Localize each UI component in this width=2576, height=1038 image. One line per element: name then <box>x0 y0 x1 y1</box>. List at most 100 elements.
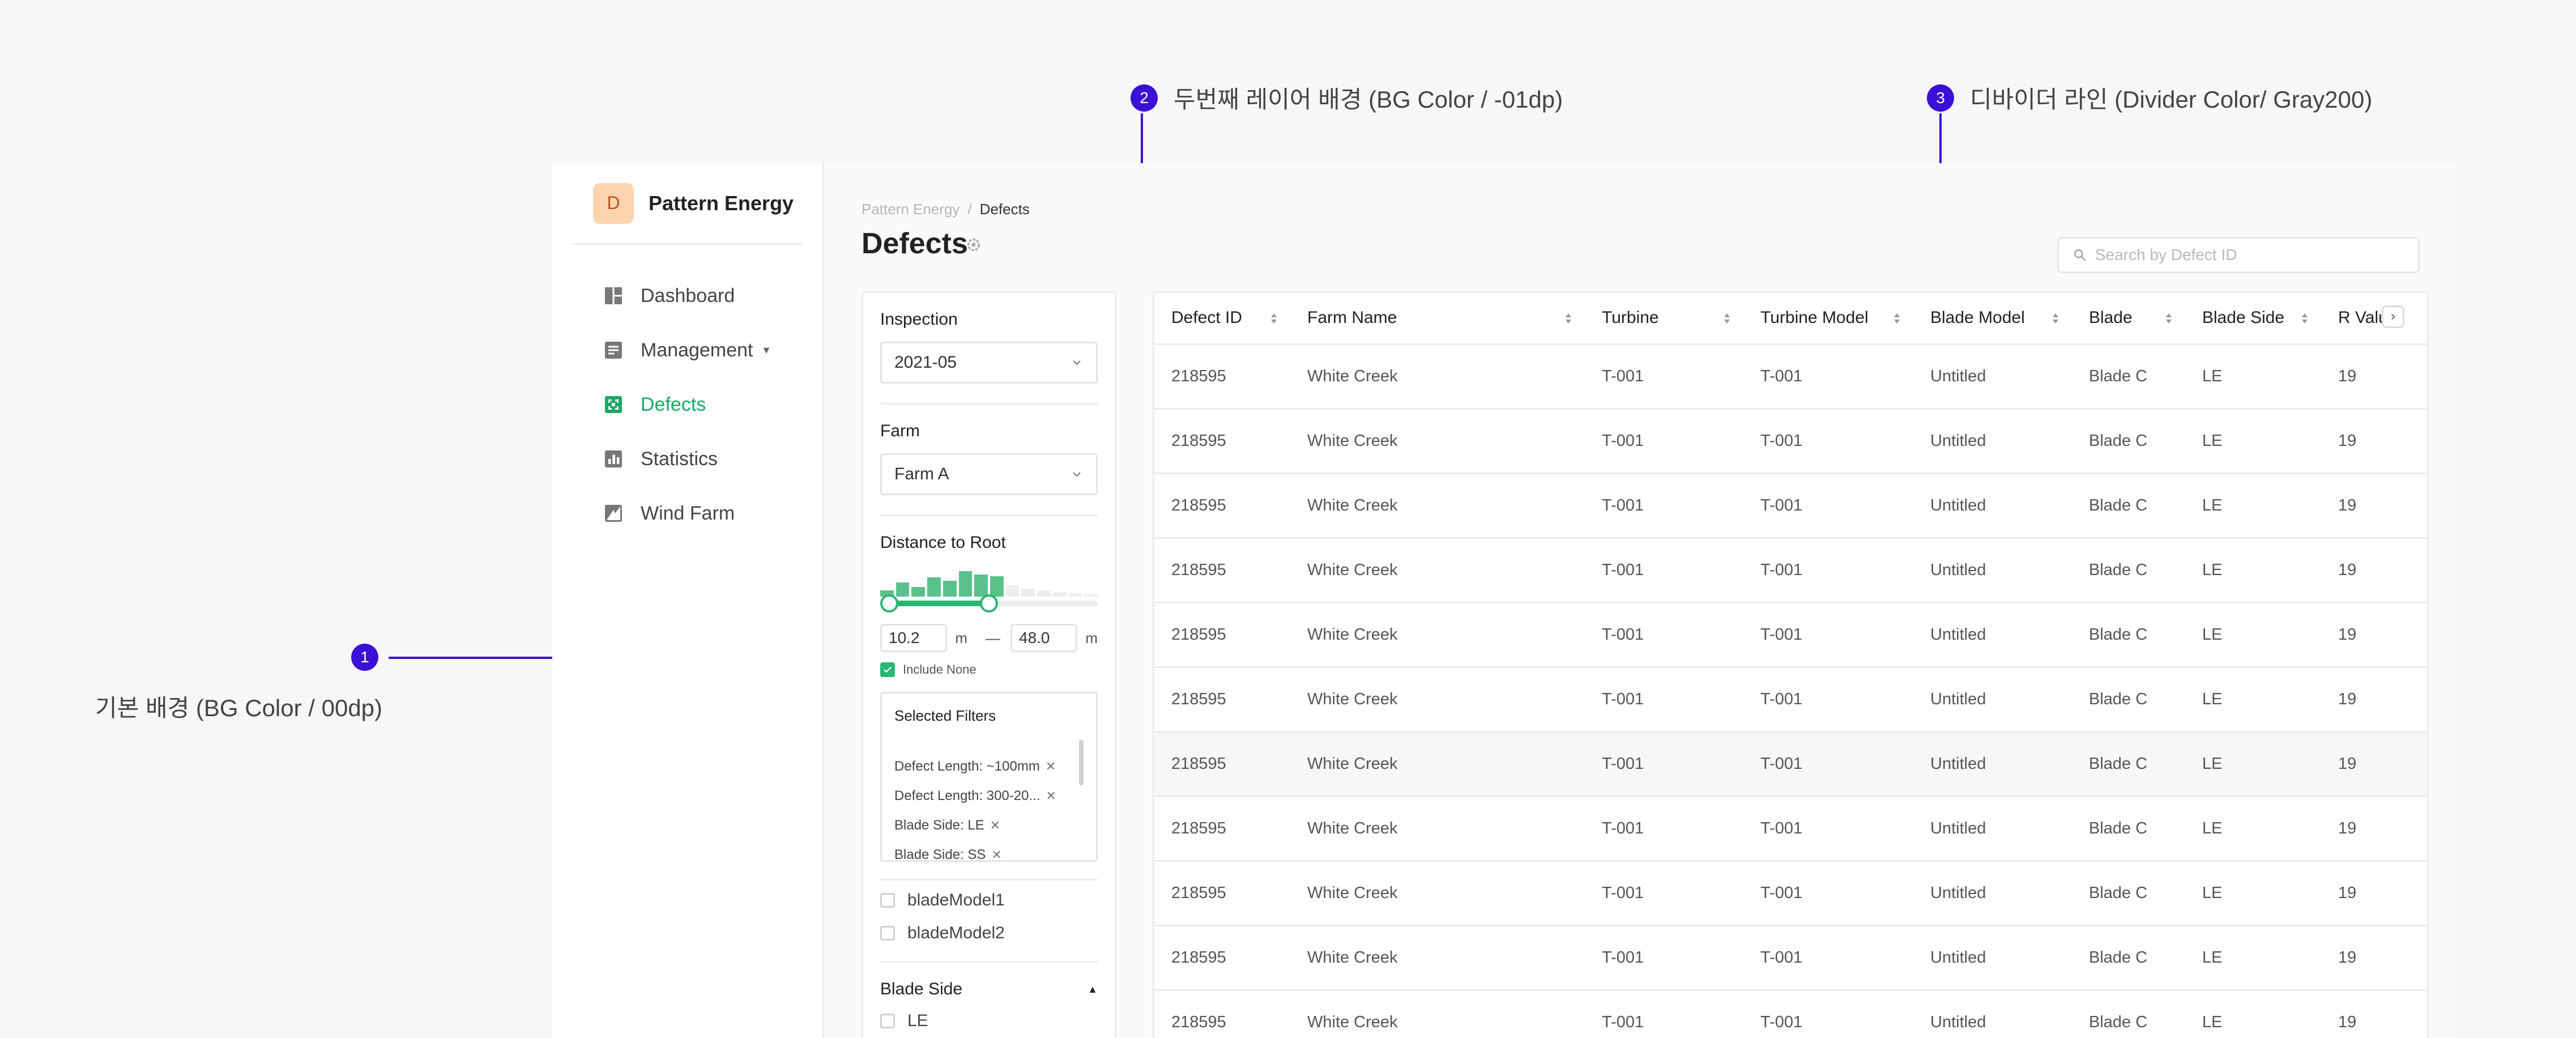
chevron-down-icon <box>1073 360 1081 365</box>
search-icon <box>2074 249 2086 261</box>
management-icon <box>605 342 622 359</box>
table-cell: LE <box>2185 861 2321 926</box>
farm-value: Farm A <box>894 465 949 483</box>
table-cell: 218595 <box>1154 925 1290 991</box>
farm-select[interactable]: Farm A <box>880 453 1098 495</box>
blade-side-checkbox[interactable] <box>880 1014 895 1028</box>
sidebar-item-wind-farm[interactable]: Wind Farm <box>573 486 802 541</box>
distance-histogram <box>880 565 1098 597</box>
table-cell: 218595 <box>1154 344 1290 410</box>
table-row[interactable]: 218595 White Creek T-001 T-001 Untitled Blade… <box>1154 731 2427 797</box>
table-cell: Blade C <box>2072 538 2185 603</box>
sidebar-item-statistics[interactable]: Statistics <box>573 432 802 486</box>
search-input[interactable] <box>2095 246 2412 264</box>
table-row[interactable]: 218595 White Creek T-001 T-001 Untitled Blade… <box>1154 344 2427 410</box>
column-header[interactable]: Turbine <box>1585 293 1743 345</box>
table-row[interactable]: 218595 White Creek T-001 T-001 Untitled Blade… <box>1154 925 2427 991</box>
sidebar: D Pattern Energy Dashboard Management ▼ … <box>552 163 824 1038</box>
table-cell: 218595 <box>1154 731 1290 797</box>
table-row[interactable]: 218595 White Creek T-001 T-001 Untitled Blade… <box>1154 861 2427 926</box>
close-icon[interactable]: ✕ <box>1046 789 1056 803</box>
table-cell: Blade C <box>2072 602 2185 668</box>
table-row[interactable]: 218595 White Creek T-001 T-001 Untitled Blade… <box>1154 990 2427 1038</box>
selected-filters-scrollbar[interactable] <box>1079 740 1084 785</box>
wind-farm-icon <box>605 505 622 522</box>
distance-max-input[interactable]: 48.0 <box>1010 624 1078 652</box>
scroll-right-button[interactable] <box>2382 305 2404 328</box>
include-none-row[interactable]: Include None <box>880 662 1098 677</box>
table-row[interactable]: 218595 White Creek T-001 T-001 Untitled Blade… <box>1154 667 2427 733</box>
table-cell: Untitled <box>1913 796 2072 862</box>
table-row[interactable]: 218595 White Creek T-001 T-001 Untitled Blade… <box>1154 602 2427 668</box>
inspection-select[interactable]: 2021-05 <box>880 342 1098 384</box>
column-header[interactable]: Farm Name <box>1290 293 1585 345</box>
filter-chip[interactable]: Blade Side: SS ✕ <box>894 840 1084 860</box>
column-header[interactable]: R Value <box>2321 293 2427 345</box>
sidebar-item-defects[interactable]: Defects <box>573 377 802 432</box>
table-cell: Untitled <box>1913 538 2072 603</box>
table-cell: Blade C <box>2072 731 2185 797</box>
column-header[interactable]: Blade <box>2072 293 2185 345</box>
distance-max-unit: m <box>1085 629 1098 646</box>
blade-side-label: Blade Side <box>880 980 963 998</box>
brand[interactable]: D Pattern Energy <box>573 163 802 245</box>
sort-icon <box>1894 313 1900 324</box>
table-cell: Blade C <box>2072 473 2185 539</box>
table-row[interactable]: 218595 White Creek T-001 T-001 Untitled Blade… <box>1154 409 2427 474</box>
slider-max-handle[interactable] <box>980 594 998 612</box>
distance-range-slider[interactable] <box>880 594 1098 612</box>
slider-min-handle[interactable] <box>880 594 898 612</box>
column-header-label: Defect ID <box>1171 308 1243 327</box>
distance-min-input[interactable]: 10.2 <box>880 624 948 652</box>
table-cell: T-001 <box>1585 731 1743 797</box>
breadcrumb-separator: / <box>967 201 972 218</box>
close-icon[interactable]: ✕ <box>990 818 1000 833</box>
blade-model-checkbox[interactable] <box>880 926 895 941</box>
blade-side-header[interactable]: Blade Side ▲ <box>880 961 1098 1005</box>
table-row[interactable]: 218595 White Creek T-001 T-001 Untitled Blade… <box>1154 796 2427 862</box>
search-box[interactable] <box>2057 237 2420 273</box>
blade-model-checkbox[interactable] <box>880 893 895 908</box>
table-cell: 218595 <box>1154 409 1290 474</box>
app-window: D Pattern Energy Dashboard Management ▼ … <box>552 163 2457 1038</box>
table-cell: Untitled <box>1913 667 2072 733</box>
gear-icon[interactable] <box>966 237 982 253</box>
slider-fill <box>887 601 987 606</box>
column-header-label: Turbine Model <box>1760 308 1869 327</box>
table-row[interactable]: 218595 White Creek T-001 T-001 Untitled Blade… <box>1154 473 2427 539</box>
table-cell: LE <box>2185 731 2321 797</box>
breadcrumb: Pattern Energy / Defects <box>861 201 1030 218</box>
filter-chip[interactable]: Blade Side: LE ✕ <box>894 811 1084 840</box>
brand-logo: D <box>593 182 634 224</box>
table-cell: 19 <box>2321 538 2427 603</box>
close-icon[interactable]: ✕ <box>1046 759 1056 774</box>
table-cell: T-001 <box>1743 925 1913 991</box>
column-header[interactable]: Blade Side <box>2185 293 2321 345</box>
blade-model-option[interactable]: bladeModel1 <box>880 884 1098 917</box>
table-cell: White Creek <box>1290 861 1585 926</box>
caret-down-icon: ▼ <box>761 344 771 356</box>
filter-chip[interactable]: Defect Length: ~100mm ✕ <box>894 752 1084 781</box>
blade-side-option-label: LE <box>907 1011 928 1030</box>
sidebar-item-management[interactable]: Management ▼ <box>573 323 802 377</box>
close-icon[interactable]: ✕ <box>991 848 1001 860</box>
table-row[interactable]: 218595 White Creek T-001 T-001 Untitled Blade… <box>1154 538 2427 603</box>
table-cell: White Creek <box>1290 990 1585 1038</box>
distance-range-inputs: 10.2 m — 48.0 m <box>880 624 1098 652</box>
column-header[interactable]: Blade Model <box>1913 293 2072 345</box>
column-header[interactable]: Defect ID <box>1154 293 1290 345</box>
column-header[interactable]: Turbine Model <box>1743 293 1913 345</box>
table-body: 218595 White Creek T-001 T-001 Untitled Blade… <box>1154 344 2427 1038</box>
table-header-row: Defect ID Farm Name Turbine Turbine Model Bl… <box>1154 293 2427 345</box>
blade-model-option[interactable]: bladeModel2 <box>880 917 1098 950</box>
column-header-label: Turbine <box>1602 308 1659 327</box>
include-none-checkbox[interactable] <box>880 662 895 677</box>
column-header-label: Blade Side <box>2202 308 2285 327</box>
filter-chip[interactable]: Defect Length: 300-20... ✕ <box>894 781 1084 811</box>
blade-side-option[interactable]: LE <box>880 1005 1098 1037</box>
table-cell: 19 <box>2321 409 2427 474</box>
table-cell: LE <box>2185 925 2321 991</box>
sidebar-item-dashboard[interactable]: Dashboard <box>573 269 802 323</box>
breadcrumb-root[interactable]: Pattern Energy <box>861 201 959 218</box>
table-cell: LE <box>2185 409 2321 474</box>
